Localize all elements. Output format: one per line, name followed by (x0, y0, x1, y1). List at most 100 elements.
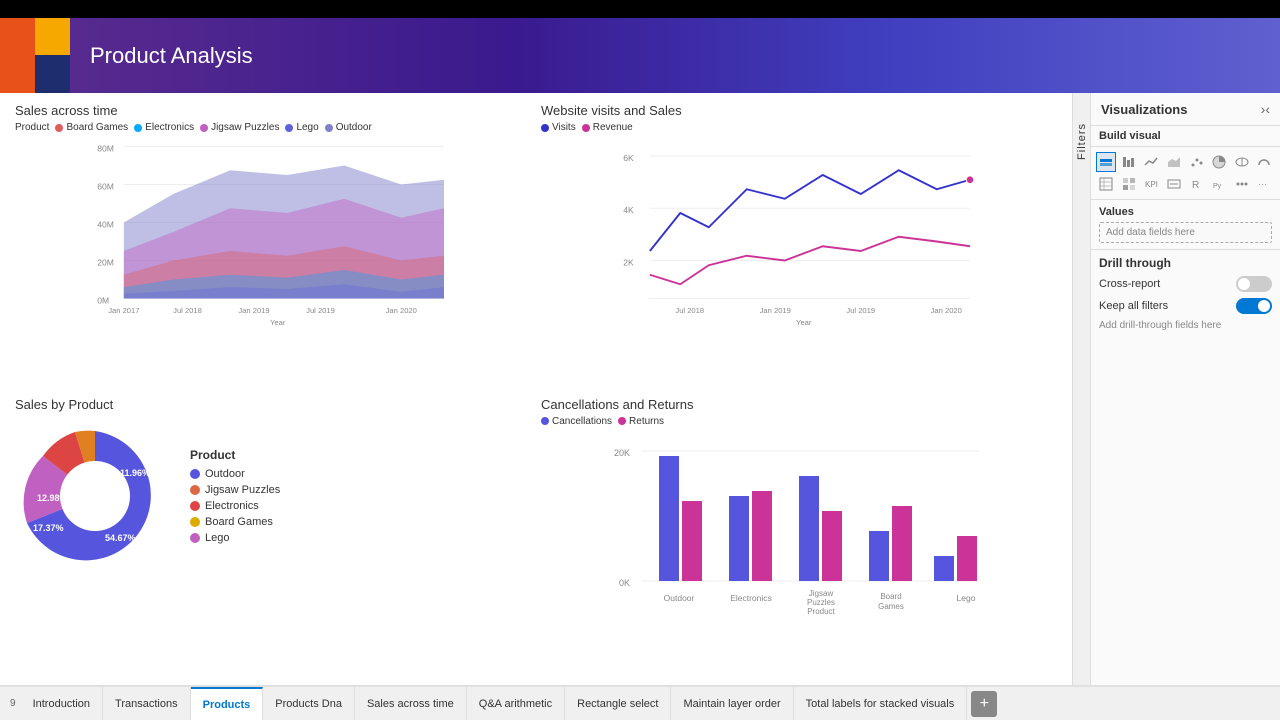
sales-time-svg: 80M 60M 40M 20M 0M (15, 137, 531, 327)
lego-dot (285, 124, 293, 132)
outdoor-legend-label: Outdoor (205, 468, 245, 480)
cancellations-chart: Cancellations and Returns Cancellations … (541, 397, 1057, 676)
revenue-label: Revenue (593, 122, 633, 133)
lego-legend-label: Lego (205, 532, 229, 544)
viz-icon-gauge[interactable] (1254, 152, 1274, 172)
keep-filters-label: Keep all filters (1099, 300, 1168, 312)
svg-text:2K: 2K (623, 257, 634, 267)
tab-qa-arithmetic[interactable]: Q&A arithmetic (467, 687, 565, 720)
viz-icon-line[interactable] (1141, 152, 1161, 172)
build-visual-label: Build visual (1099, 130, 1161, 142)
filter-tab-label: Filters (1076, 123, 1088, 160)
keep-filters-toggle[interactable] (1236, 298, 1272, 314)
viz-icon-card[interactable] (1164, 174, 1184, 194)
lego-legend-item: Lego (190, 532, 280, 544)
charts-grid: Sales across time Product Board Games El… (15, 103, 1057, 675)
svg-text:Jan 2019: Jan 2019 (238, 306, 269, 315)
cross-report-toggle-knob (1238, 278, 1250, 290)
website-visits-svg: 6K 4K 2K Jul 2018 Jan 2019 Ju (541, 137, 1057, 327)
bar-jigsaw-return (822, 511, 842, 581)
logo (0, 18, 70, 93)
board-games-label: Board Games (66, 122, 128, 133)
viz-icon-bar[interactable] (1119, 152, 1139, 172)
svg-text:Puzzles: Puzzles (807, 598, 835, 607)
svg-text:R: R (1192, 180, 1199, 191)
returns-label: Returns (629, 416, 664, 427)
viz-icon-stacked-bar[interactable] (1096, 152, 1116, 172)
bar-lego-cancel (934, 556, 954, 581)
pie-svg: 11.96% 12.98% 17.37% 54.67% (15, 416, 175, 576)
viz-icon-py-visual[interactable]: Py (1209, 174, 1229, 194)
tab-products[interactable]: Products (191, 687, 264, 720)
sales-by-product-chart: Sales by Product (15, 397, 531, 676)
viz-icon-pie[interactable] (1209, 152, 1229, 172)
viz-icon-map[interactable] (1232, 152, 1252, 172)
bar-electronics-cancel (729, 496, 749, 581)
build-visual-tab[interactable]: Build visual (1091, 126, 1280, 147)
svg-text:0K: 0K (619, 578, 630, 588)
svg-text:Lego: Lego (957, 593, 976, 603)
svg-text:Jan 2017: Jan 2017 (108, 306, 139, 315)
logo-bl (0, 55, 35, 93)
legend-outdoor: Outdoor (325, 122, 372, 133)
tab-total-labels[interactable]: Total labels for stacked visuals (794, 687, 968, 720)
svg-text:54.67%: 54.67% (105, 533, 136, 543)
sales-time-title: Sales across time (15, 103, 531, 118)
legend-cancellations: Cancellations (541, 416, 612, 427)
website-visits-chart: Website visits and Sales Visits Revenue … (541, 103, 1057, 387)
svg-text:Jul 2018: Jul 2018 (675, 306, 704, 315)
tab-introduction[interactable]: Introduction (21, 687, 103, 720)
values-drop-zone[interactable]: Add data fields here (1099, 222, 1272, 243)
bottom-tabs: 9 Introduction Transactions Products Pro… (0, 685, 1280, 720)
keep-filters-toggle-knob (1258, 300, 1270, 312)
svg-text:Jul 2019: Jul 2019 (846, 306, 875, 315)
viz-icon-area[interactable] (1164, 152, 1184, 172)
svg-text:Board: Board (880, 592, 901, 601)
drill-title: Drill through (1099, 256, 1272, 270)
svg-text:80M: 80M (97, 143, 114, 153)
tab-sales-across-time[interactable]: Sales across time (355, 687, 467, 720)
svg-text:20M: 20M (97, 257, 114, 267)
svg-text:Product: Product (807, 607, 835, 616)
viz-icon-more[interactable] (1232, 174, 1252, 194)
tab-rectangle-select[interactable]: Rectangle select (565, 687, 671, 720)
cancellations-legend: Cancellations Returns (541, 416, 1057, 427)
cross-report-row: Cross-report (1099, 276, 1272, 292)
viz-icons-grid: KPI R Py ··· (1091, 147, 1280, 200)
add-drill-fields[interactable]: Add drill-through fields here (1099, 320, 1272, 331)
svg-text:Games: Games (878, 602, 904, 611)
add-tab-button[interactable]: + (971, 691, 997, 717)
viz-icon-kpi[interactable]: KPI (1141, 174, 1161, 194)
viz-icon-scatter[interactable] (1187, 152, 1207, 172)
tab-maintain-layer[interactable]: Maintain layer order (671, 687, 793, 720)
viz-icon-matrix[interactable] (1119, 174, 1139, 194)
bar-outdoor-cancel (659, 456, 679, 581)
values-section: Values Add data fields here (1091, 200, 1280, 249)
viz-icon-extra[interactable]: ··· (1254, 174, 1274, 194)
tab-products-dna[interactable]: Products Dna (263, 687, 355, 720)
tab-transactions[interactable]: Transactions (103, 687, 191, 720)
filter-tab[interactable]: Filters (1072, 93, 1090, 685)
outdoor-dot (325, 124, 333, 132)
cancellations-label: Cancellations (552, 416, 612, 427)
legend-board-games: Board Games (55, 122, 128, 133)
bar-electronics-return (752, 491, 772, 581)
electronics-legend-dot (190, 501, 200, 511)
viz-panel-close-button[interactable]: ›‹ (1261, 101, 1270, 117)
cross-report-toggle[interactable] (1236, 276, 1272, 292)
legend-returns: Returns (618, 416, 664, 427)
viz-icon-r-visual[interactable]: R (1187, 174, 1207, 194)
drill-section: Drill through Cross-report Keep all filt… (1091, 249, 1280, 337)
svg-text:4K: 4K (623, 205, 634, 215)
svg-text:Jigsaw: Jigsaw (809, 589, 834, 598)
lego-label: Lego (296, 122, 318, 133)
top-bar (0, 0, 1280, 18)
legend-product-label: Product (15, 122, 49, 133)
svg-text:Jul 2018: Jul 2018 (173, 306, 202, 315)
logo-tl (0, 18, 35, 55)
electronics-label: Electronics (145, 122, 194, 133)
svg-text:···: ··· (1258, 179, 1267, 189)
legend-jigsaw: Jigsaw Puzzles (200, 122, 279, 133)
viz-icon-table[interactable] (1096, 174, 1116, 194)
boardgames-legend-item: Board Games (190, 516, 280, 528)
